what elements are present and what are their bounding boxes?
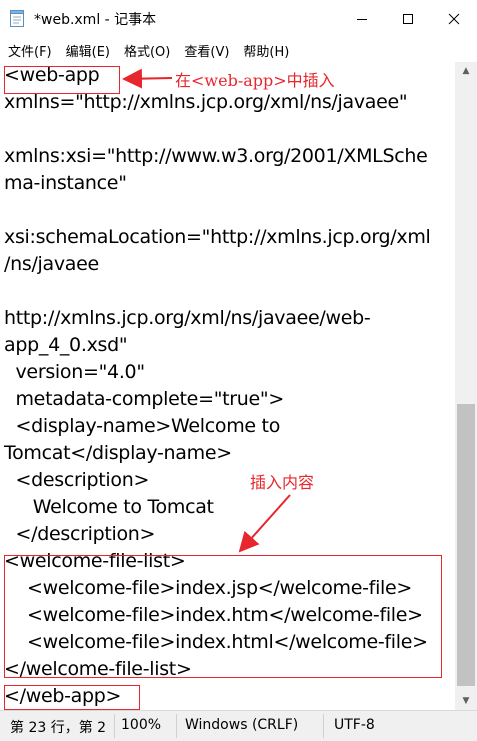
- menu-edit[interactable]: 编辑(E): [58, 41, 116, 60]
- maximize-button[interactable]: [385, 0, 431, 38]
- status-zoom: 100%: [121, 717, 162, 733]
- editor-line: app_4_0.xsd": [4, 334, 128, 356]
- title-bar: *web.xml - 记事本: [0, 0, 477, 38]
- editor-line: <description>: [4, 469, 150, 491]
- menu-bar: 文件(F) 编辑(E) 格式(O) 查看(V) 帮助(H): [0, 38, 477, 62]
- menu-format[interactable]: 格式(O): [116, 41, 176, 60]
- editor-line: </description>: [4, 523, 156, 545]
- annotation-insert-content: 插入内容: [250, 473, 315, 492]
- editor-line: http://xmlns.jcp.org/xml/ns/javaee/web-: [4, 307, 371, 329]
- editor-line: metadata-complete="true">: [4, 388, 284, 410]
- window-title: *web.xml - 记事本: [34, 12, 157, 28]
- close-icon: [448, 13, 460, 25]
- status-encoding: UTF-8: [334, 717, 375, 733]
- minimize-icon: [357, 19, 367, 20]
- annotation-insert-in-webapp: 在<web-app>中插入: [175, 71, 335, 90]
- editor-line: <display-name>Welcome to: [4, 415, 281, 437]
- vertical-scrollbar[interactable]: ▲ ▼: [455, 62, 477, 710]
- annotation-box-welcome-file-list: [4, 555, 442, 678]
- close-button[interactable]: [431, 0, 477, 38]
- menu-help[interactable]: 帮助(H): [235, 41, 295, 60]
- status-line-ending: Windows (CRLF): [185, 717, 299, 733]
- annotation-box-webapp-open: [4, 66, 120, 94]
- editor-line: Tomcat</display-name>: [4, 442, 232, 464]
- status-bar: 第 23 行，第 2 100% Windows (CRLF) UTF-8: [0, 710, 477, 741]
- scroll-up-icon[interactable]: ▲: [455, 62, 477, 80]
- editor-line: Welcome to Tomcat: [4, 496, 214, 518]
- editor-line: version="4.0": [4, 361, 145, 383]
- maximize-icon: [403, 14, 413, 24]
- menu-file[interactable]: 文件(F): [0, 41, 58, 60]
- minimize-button[interactable]: [339, 0, 385, 38]
- status-position: 第 23 行，第 2: [10, 720, 107, 736]
- notepad-icon: [10, 10, 24, 27]
- editor-line: xmlns:xsi="http://www.w3.org/2001/XMLSch…: [4, 145, 428, 167]
- editor-line: ma-instance": [4, 172, 127, 194]
- editor-line: /ns/javaee: [4, 253, 99, 275]
- scroll-down-icon[interactable]: ▼: [455, 692, 477, 710]
- annotation-box-webapp-close: [4, 685, 140, 710]
- scrollbar-thumb[interactable]: [457, 404, 475, 686]
- menu-view[interactable]: 查看(V): [176, 41, 235, 60]
- editor-line: xsi:schemaLocation="http://xmlns.jcp.org…: [4, 226, 431, 248]
